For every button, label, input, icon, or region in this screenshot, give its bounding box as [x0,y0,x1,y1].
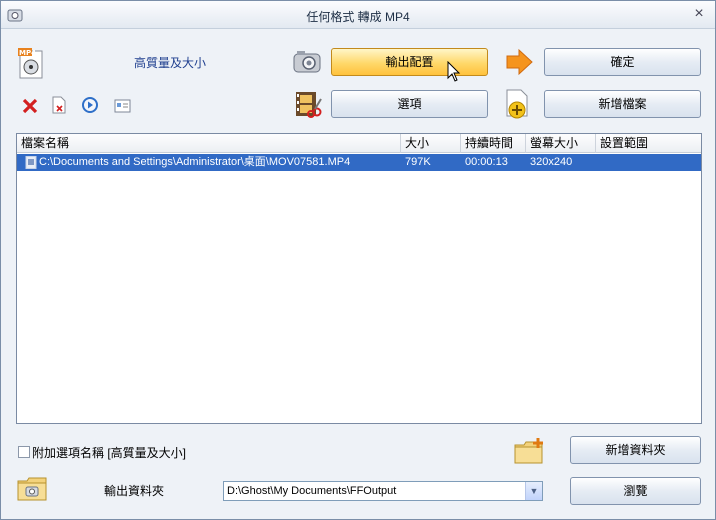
info-icon[interactable] [113,97,131,115]
arrow-right-icon [504,47,534,77]
cell-screen-size: 320x240 [530,156,573,168]
add-file-icon[interactable] [504,89,532,121]
output-config-button[interactable]: 輸出配置 [331,48,488,76]
browse-button[interactable]: 瀏覽 [570,477,701,505]
config-icon[interactable] [292,47,324,77]
close-icon[interactable]: × [691,6,707,22]
mouse-cursor-icon [447,60,461,83]
add-file-button[interactable]: 新增檔案 [544,90,701,118]
column-header-range[interactable]: 設置範圍 [596,134,701,153]
file-icon [25,156,37,169]
cell-duration: 00:00:13 [465,156,508,168]
folder-icon[interactable] [17,477,47,501]
column-header-screen-size[interactable]: 螢幕大小 [526,134,596,153]
main-window: 任何格式 轉成 MP4 × MP4 高質量及大小 輸出配置 確定 選項 新增檔案… [0,0,716,520]
output-folder-label: 輸出資料夾 [104,484,165,498]
table-row[interactable]: C:\Documents and Settings\Administrator\… [17,154,701,171]
output-folder-value: D:\Ghost\My Documents\FFOutput [227,485,397,497]
cell-range [600,154,700,171]
clear-icon[interactable] [50,96,68,114]
svg-text:MP4: MP4 [19,49,36,57]
cell-file-name: C:\Documents and Settings\Administrator\… [39,156,351,168]
title-bar: 任何格式 轉成 MP4 × [1,1,715,29]
output-folder-select[interactable]: D:\Ghost\My Documents\FFOutput ▼ [223,481,543,501]
options-button[interactable]: 選項 [331,90,488,118]
list-header: 檔案名稱 大小 持續時間 螢幕大小 設置範圍 [17,134,701,153]
column-header-size[interactable]: 大小 [401,134,461,153]
append-option-checkbox[interactable] [18,446,30,458]
column-header-name[interactable]: 檔案名稱 [17,134,401,153]
quality-label: 高質量及大小 [134,56,207,70]
mp4-icon[interactable]: MP4 [17,47,45,79]
cell-size: 797K [405,156,431,168]
column-header-duration[interactable]: 持續時間 [461,134,526,153]
add-folder-icon[interactable] [514,437,544,465]
add-folder-button[interactable]: 新增資料夾 [570,436,701,464]
chevron-down-icon[interactable]: ▼ [525,482,542,500]
append-option-label: 附加選項名稱 [高質量及大小] [32,446,187,460]
ok-button[interactable]: 確定 [544,48,701,76]
scissors-film-icon[interactable] [294,89,324,119]
file-list[interactable]: 檔案名稱 大小 持續時間 螢幕大小 設置範圍 C:\Documents and … [16,133,702,424]
remove-icon[interactable] [21,97,39,115]
play-icon[interactable] [81,96,99,114]
window-title: 任何格式 轉成 MP4 [306,10,410,24]
